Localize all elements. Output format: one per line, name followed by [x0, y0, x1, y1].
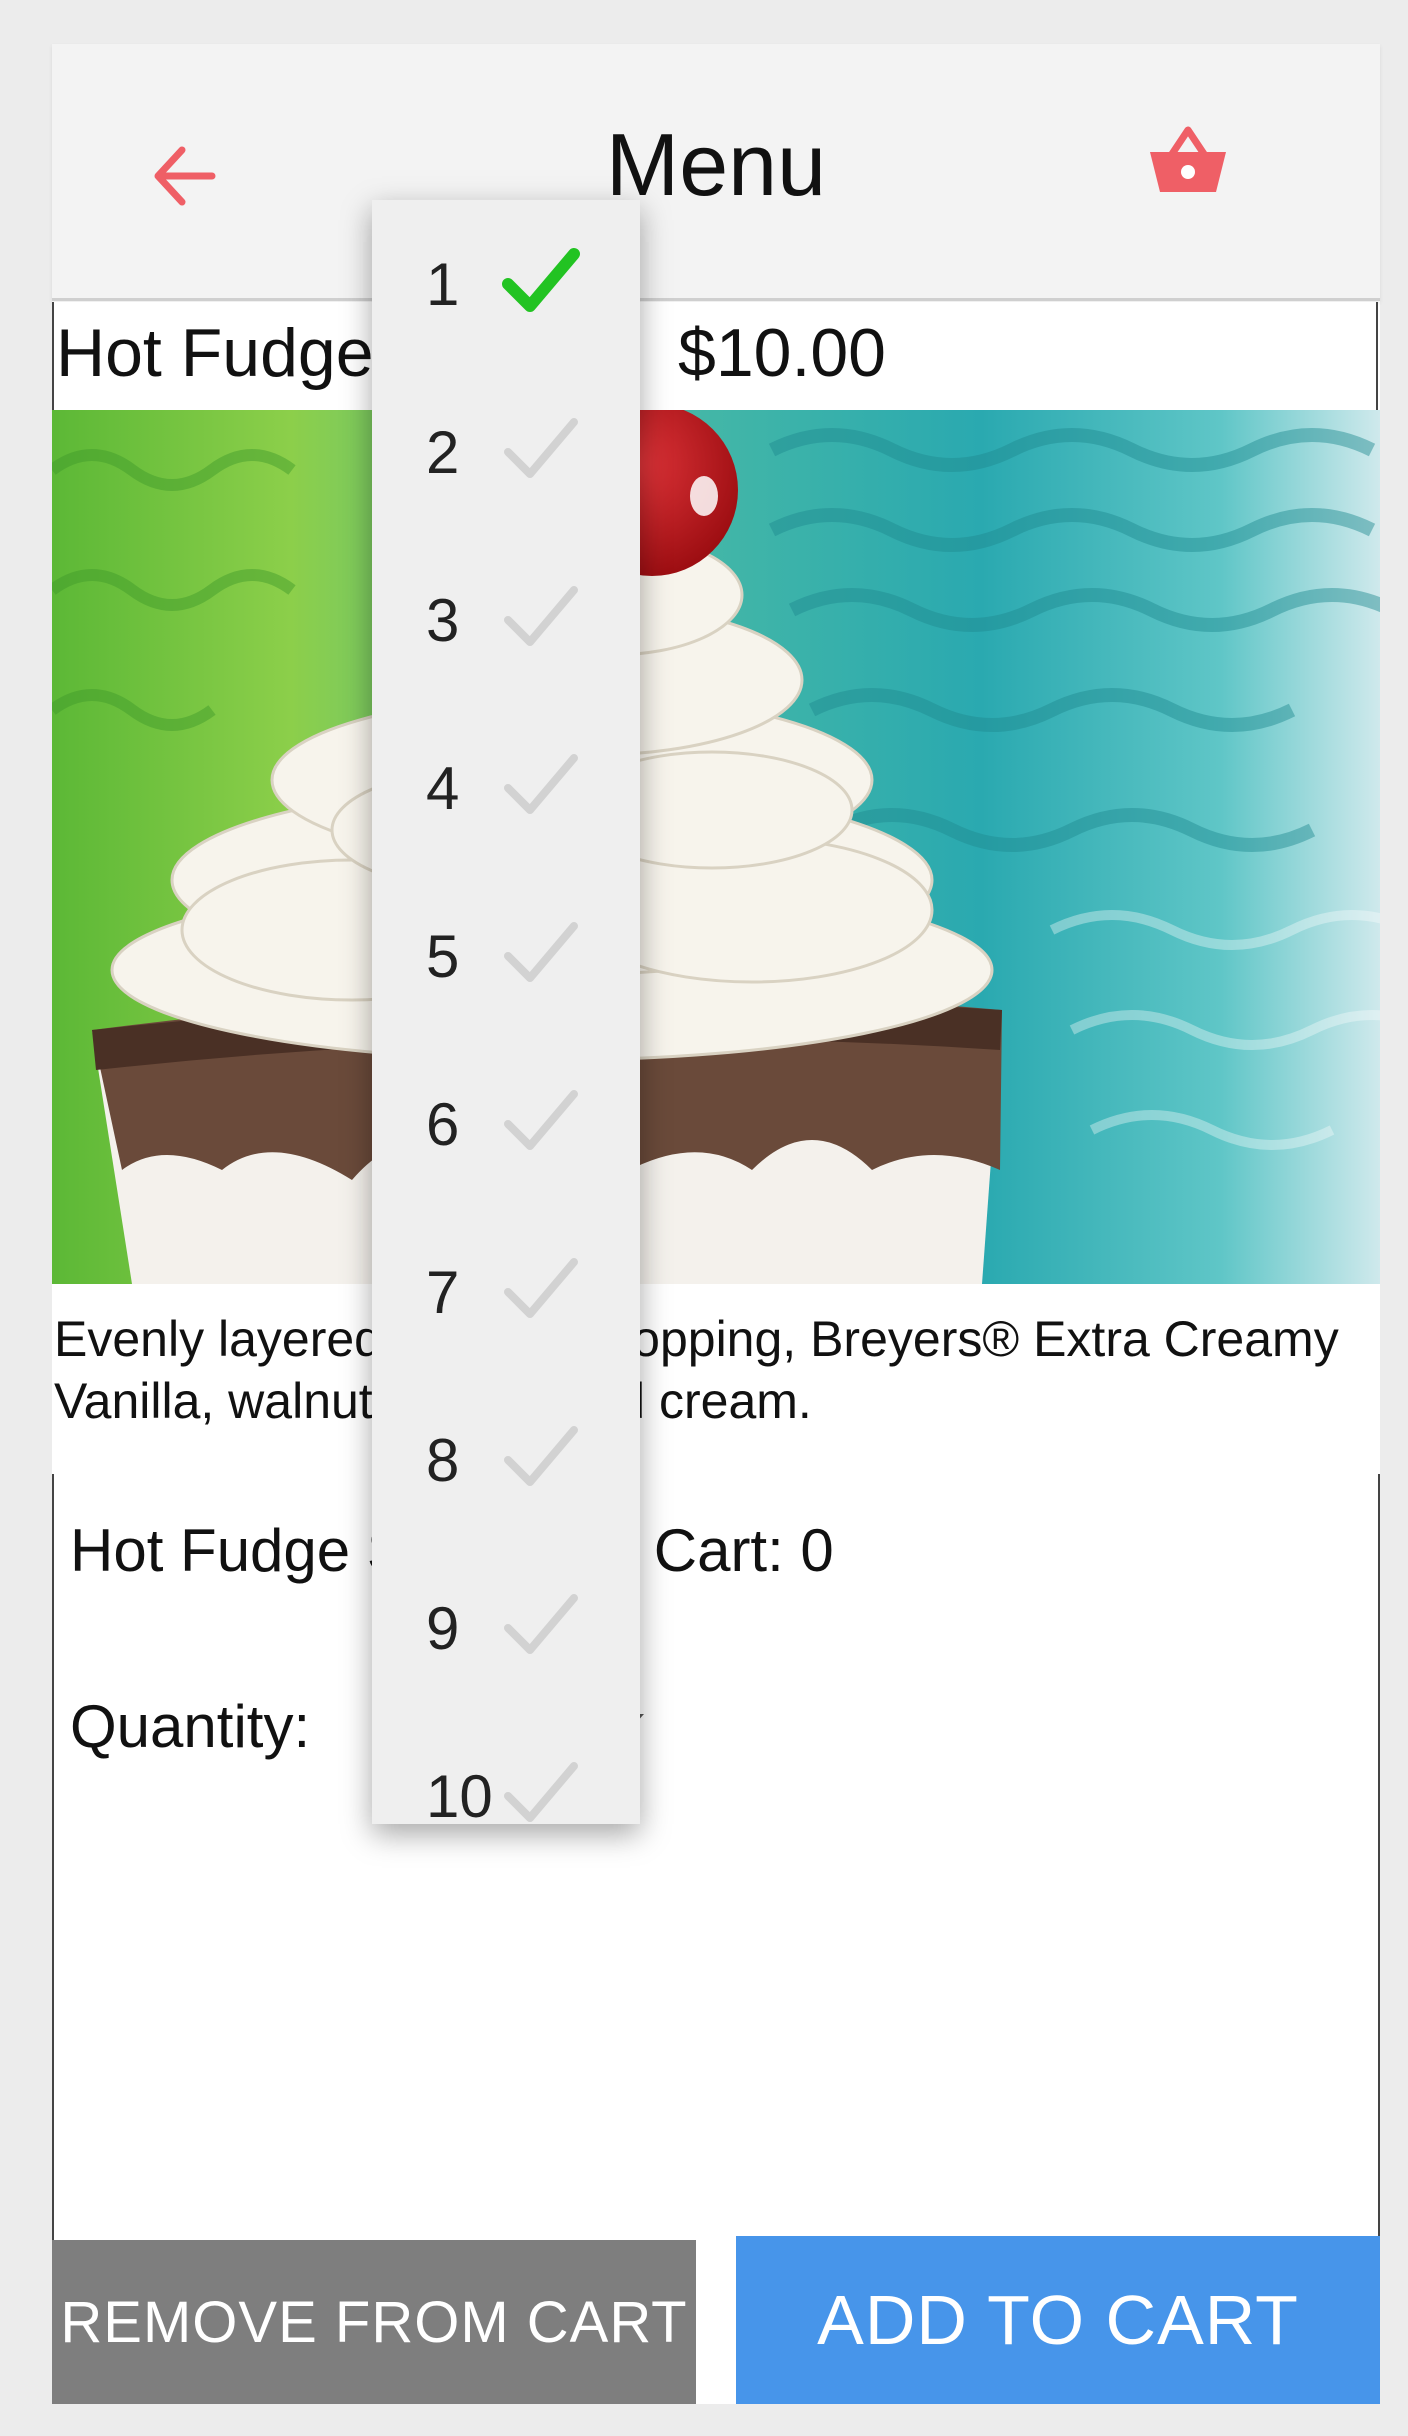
quantity-option-10[interactable]: 10 — [372, 1712, 640, 1824]
check-selected-icon — [502, 248, 580, 312]
quantity-option-label: 2 — [426, 419, 460, 486]
check-icon — [504, 1258, 578, 1318]
check-icon — [504, 1762, 578, 1822]
check-icon — [504, 1594, 578, 1654]
quantity-option-7[interactable]: 7 — [372, 1208, 640, 1376]
sundae-illustration — [52, 410, 1380, 1284]
quantity-option-6[interactable]: 6 — [372, 1040, 640, 1208]
check-icon — [504, 922, 578, 982]
quantity-option-label: 1 — [426, 251, 460, 318]
quantity-option-5[interactable]: 5 — [372, 872, 640, 1040]
shopping-basket-icon — [1150, 126, 1226, 192]
quantity-label: Quantity: — [70, 1693, 311, 1760]
quantity-option-4[interactable]: 4 — [372, 704, 640, 872]
cart-button[interactable] — [1144, 116, 1232, 204]
quantity-option-3[interactable]: 3 — [372, 536, 640, 704]
quantity-option-label: 4 — [426, 755, 460, 822]
check-icon — [504, 418, 578, 478]
add-to-cart-button[interactable]: ADD TO CART — [736, 2236, 1380, 2404]
quantity-option-label: 9 — [426, 1595, 460, 1662]
quantity-option-label: 3 — [426, 587, 460, 654]
quantity-dropdown-list: 1 2 3 4 5 6 7 8 9 10 — [372, 200, 640, 1824]
app-screen: Menu Hot Fudge Sundae $10.00 Evenly laye… — [52, 44, 1380, 2404]
item-image — [52, 410, 1380, 1284]
app-header: Menu — [52, 44, 1380, 301]
quantity-option-1[interactable]: 1 — [372, 200, 640, 368]
quantity-option-label: 5 — [426, 923, 460, 990]
check-icon — [504, 1426, 578, 1486]
check-icon — [504, 1090, 578, 1150]
quantity-option-9[interactable]: 9 — [372, 1544, 640, 1712]
item-title-row: Hot Fudge Sundae $10.00 — [52, 302, 1378, 410]
check-icon — [504, 586, 578, 646]
remove-from-cart-button[interactable]: REMOVE FROM CART — [52, 2240, 696, 2404]
quantity-option-label: 10 — [426, 1763, 493, 1824]
quantity-option-label: 8 — [426, 1427, 460, 1494]
quantity-option-8[interactable]: 8 — [372, 1376, 640, 1544]
quantity-option-label: 7 — [426, 1259, 460, 1326]
item-description: Evenly layered hot fudge topping, Breyer… — [54, 1311, 1339, 1429]
quantity-option-label: 6 — [426, 1091, 460, 1158]
item-price: $10.00 — [678, 315, 886, 391]
quantity-option-2[interactable]: 2 — [372, 368, 640, 536]
check-icon — [504, 754, 578, 814]
